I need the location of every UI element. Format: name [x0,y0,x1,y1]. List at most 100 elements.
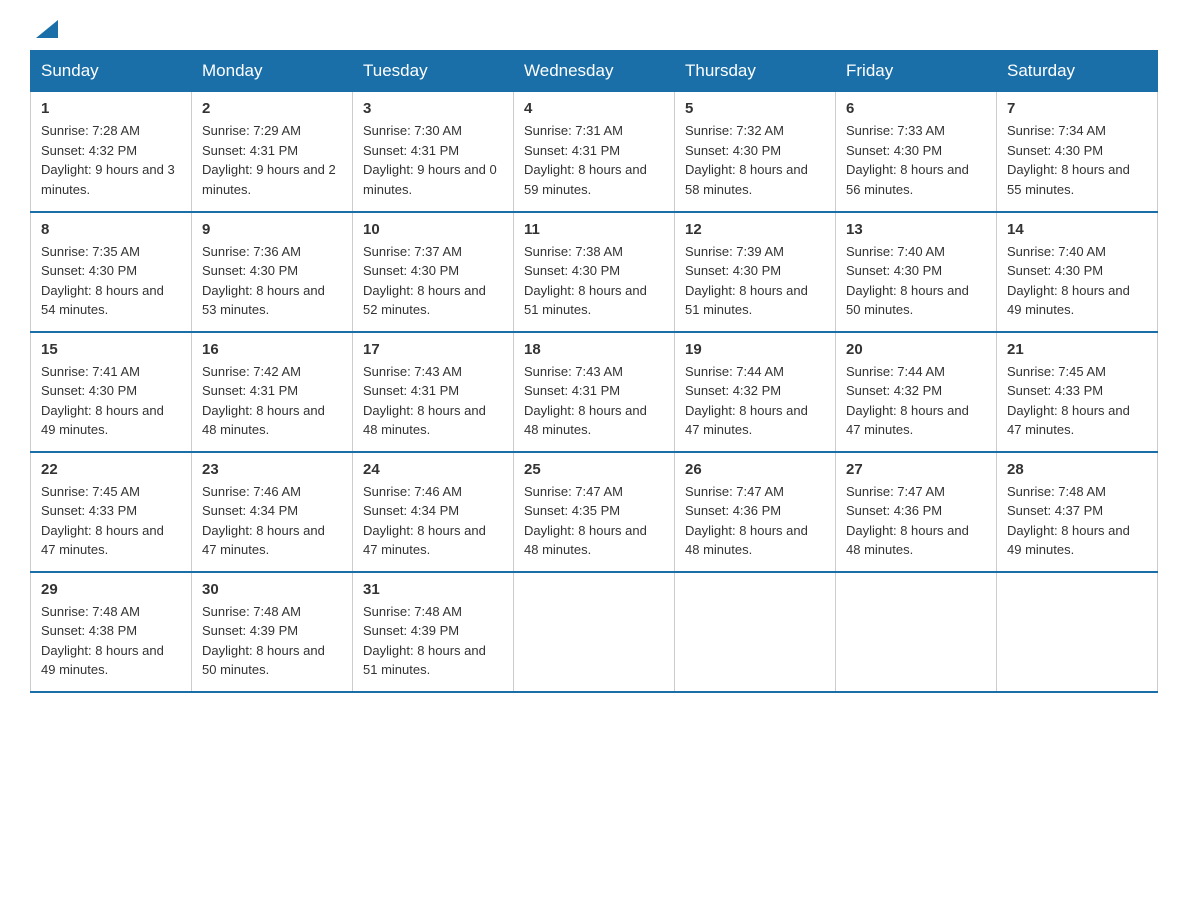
header-day-monday: Monday [192,51,353,92]
calendar-cell [997,572,1158,692]
header-day-tuesday: Tuesday [353,51,514,92]
day-info: Sunrise: 7:44 AMSunset: 4:32 PMDaylight:… [846,364,969,438]
page-header [30,20,1158,30]
day-info: Sunrise: 7:45 AMSunset: 4:33 PMDaylight:… [1007,364,1130,438]
day-info: Sunrise: 7:47 AMSunset: 4:36 PMDaylight:… [685,484,808,558]
day-info: Sunrise: 7:35 AMSunset: 4:30 PMDaylight:… [41,244,164,318]
calendar-cell: 2 Sunrise: 7:29 AMSunset: 4:31 PMDaylight… [192,92,353,212]
day-info: Sunrise: 7:48 AMSunset: 4:39 PMDaylight:… [363,604,486,678]
calendar-cell: 16Sunrise: 7:42 AMSunset: 4:31 PMDayligh… [192,332,353,452]
calendar-cell: 29Sunrise: 7:48 AMSunset: 4:38 PMDayligh… [31,572,192,692]
day-info: Sunrise: 7:38 AMSunset: 4:30 PMDaylight:… [524,244,647,318]
day-number: 28 [1007,461,1147,478]
day-number: 5 [685,100,825,117]
day-number: 4 [524,100,664,117]
calendar-cell: 7 Sunrise: 7:34 AMSunset: 4:30 PMDaylight… [997,92,1158,212]
day-info: Sunrise: 7:44 AMSunset: 4:32 PMDaylight:… [685,364,808,438]
calendar-cell: 4 Sunrise: 7:31 AMSunset: 4:31 PMDaylight… [514,92,675,212]
day-info: Sunrise: 7:41 AMSunset: 4:30 PMDaylight:… [41,364,164,438]
calendar-cell: 22 Sunrise: 7:45 AMSunset: 4:33 PMDayligh… [31,452,192,572]
calendar-table: SundayMondayTuesdayWednesdayThursdayFrid… [30,50,1158,693]
logo [30,20,58,30]
day-number: 1 [41,100,181,117]
day-info: Sunrise: 7:33 AMSunset: 4:30 PMDaylight:… [846,123,969,197]
calendar-cell: 14Sunrise: 7:40 AMSunset: 4:30 PMDayligh… [997,212,1158,332]
header-day-saturday: Saturday [997,51,1158,92]
day-info: Sunrise: 7:43 AMSunset: 4:31 PMDaylight:… [524,364,647,438]
calendar-cell: 20 Sunrise: 7:44 AMSunset: 4:32 PMDayligh… [836,332,997,452]
logo-triangle-icon [36,20,58,38]
week-row-3: 15 Sunrise: 7:41 AMSunset: 4:30 PMDayligh… [31,332,1158,452]
header-day-sunday: Sunday [31,51,192,92]
day-info: Sunrise: 7:47 AMSunset: 4:35 PMDaylight:… [524,484,647,558]
day-number: 10 [363,221,503,238]
calendar-cell: 12 Sunrise: 7:39 AMSunset: 4:30 PMDayligh… [675,212,836,332]
day-info: Sunrise: 7:34 AMSunset: 4:30 PMDaylight:… [1007,123,1130,197]
day-number: 9 [202,221,342,238]
day-number: 26 [685,461,825,478]
day-number: 24 [363,461,503,478]
day-number: 16 [202,341,342,358]
day-number: 15 [41,341,181,358]
day-number: 31 [363,581,503,598]
calendar-cell: 3 Sunrise: 7:30 AMSunset: 4:31 PMDaylight… [353,92,514,212]
day-number: 30 [202,581,342,598]
calendar-cell [836,572,997,692]
day-number: 20 [846,341,986,358]
week-row-5: 29Sunrise: 7:48 AMSunset: 4:38 PMDayligh… [31,572,1158,692]
calendar-cell: 17Sunrise: 7:43 AMSunset: 4:31 PMDayligh… [353,332,514,452]
day-info: Sunrise: 7:39 AMSunset: 4:30 PMDaylight:… [685,244,808,318]
calendar-cell: 18 Sunrise: 7:43 AMSunset: 4:31 PMDayligh… [514,332,675,452]
day-number: 7 [1007,100,1147,117]
day-info: Sunrise: 7:28 AMSunset: 4:32 PMDaylight:… [41,123,175,197]
calendar-cell: 27 Sunrise: 7:47 AMSunset: 4:36 PMDayligh… [836,452,997,572]
calendar-body: 1 Sunrise: 7:28 AMSunset: 4:32 PMDaylight… [31,92,1158,692]
day-info: Sunrise: 7:43 AMSunset: 4:31 PMDaylight:… [363,364,486,438]
day-number: 21 [1007,341,1147,358]
day-info: Sunrise: 7:31 AMSunset: 4:31 PMDaylight:… [524,123,647,197]
header-day-thursday: Thursday [675,51,836,92]
day-number: 8 [41,221,181,238]
day-number: 11 [524,221,664,238]
day-number: 6 [846,100,986,117]
day-info: Sunrise: 7:45 AMSunset: 4:33 PMDaylight:… [41,484,164,558]
day-number: 2 [202,100,342,117]
day-number: 12 [685,221,825,238]
header-day-friday: Friday [836,51,997,92]
day-info: Sunrise: 7:46 AMSunset: 4:34 PMDaylight:… [202,484,325,558]
calendar-cell: 30Sunrise: 7:48 AMSunset: 4:39 PMDayligh… [192,572,353,692]
calendar-cell: 1 Sunrise: 7:28 AMSunset: 4:32 PMDaylight… [31,92,192,212]
week-row-4: 22 Sunrise: 7:45 AMSunset: 4:33 PMDayligh… [31,452,1158,572]
calendar-cell: 9 Sunrise: 7:36 AMSunset: 4:30 PMDaylight… [192,212,353,332]
day-info: Sunrise: 7:37 AMSunset: 4:30 PMDaylight:… [363,244,486,318]
day-info: Sunrise: 7:47 AMSunset: 4:36 PMDaylight:… [846,484,969,558]
calendar-cell: 23 Sunrise: 7:46 AMSunset: 4:34 PMDayligh… [192,452,353,572]
calendar-cell: 24Sunrise: 7:46 AMSunset: 4:34 PMDayligh… [353,452,514,572]
day-info: Sunrise: 7:40 AMSunset: 4:30 PMDaylight:… [846,244,969,318]
day-number: 22 [41,461,181,478]
calendar-cell: 26 Sunrise: 7:47 AMSunset: 4:36 PMDayligh… [675,452,836,572]
day-number: 3 [363,100,503,117]
day-number: 27 [846,461,986,478]
day-number: 25 [524,461,664,478]
day-number: 23 [202,461,342,478]
header-day-wednesday: Wednesday [514,51,675,92]
header-row: SundayMondayTuesdayWednesdayThursdayFrid… [31,51,1158,92]
calendar-cell: 13Sunrise: 7:40 AMSunset: 4:30 PMDayligh… [836,212,997,332]
day-info: Sunrise: 7:30 AMSunset: 4:31 PMDaylight:… [363,123,497,197]
calendar-cell: 15 Sunrise: 7:41 AMSunset: 4:30 PMDayligh… [31,332,192,452]
day-info: Sunrise: 7:32 AMSunset: 4:30 PMDaylight:… [685,123,808,197]
calendar-cell: 6 Sunrise: 7:33 AMSunset: 4:30 PMDaylight… [836,92,997,212]
day-info: Sunrise: 7:40 AMSunset: 4:30 PMDaylight:… [1007,244,1130,318]
day-info: Sunrise: 7:36 AMSunset: 4:30 PMDaylight:… [202,244,325,318]
calendar-cell: 10 Sunrise: 7:37 AMSunset: 4:30 PMDayligh… [353,212,514,332]
day-number: 19 [685,341,825,358]
day-number: 18 [524,341,664,358]
calendar-cell: 8 Sunrise: 7:35 AMSunset: 4:30 PMDaylight… [31,212,192,332]
week-row-1: 1 Sunrise: 7:28 AMSunset: 4:32 PMDaylight… [31,92,1158,212]
day-number: 29 [41,581,181,598]
calendar-cell: 19 Sunrise: 7:44 AMSunset: 4:32 PMDayligh… [675,332,836,452]
calendar-header: SundayMondayTuesdayWednesdayThursdayFrid… [31,51,1158,92]
day-info: Sunrise: 7:29 AMSunset: 4:31 PMDaylight:… [202,123,336,197]
week-row-2: 8 Sunrise: 7:35 AMSunset: 4:30 PMDaylight… [31,212,1158,332]
